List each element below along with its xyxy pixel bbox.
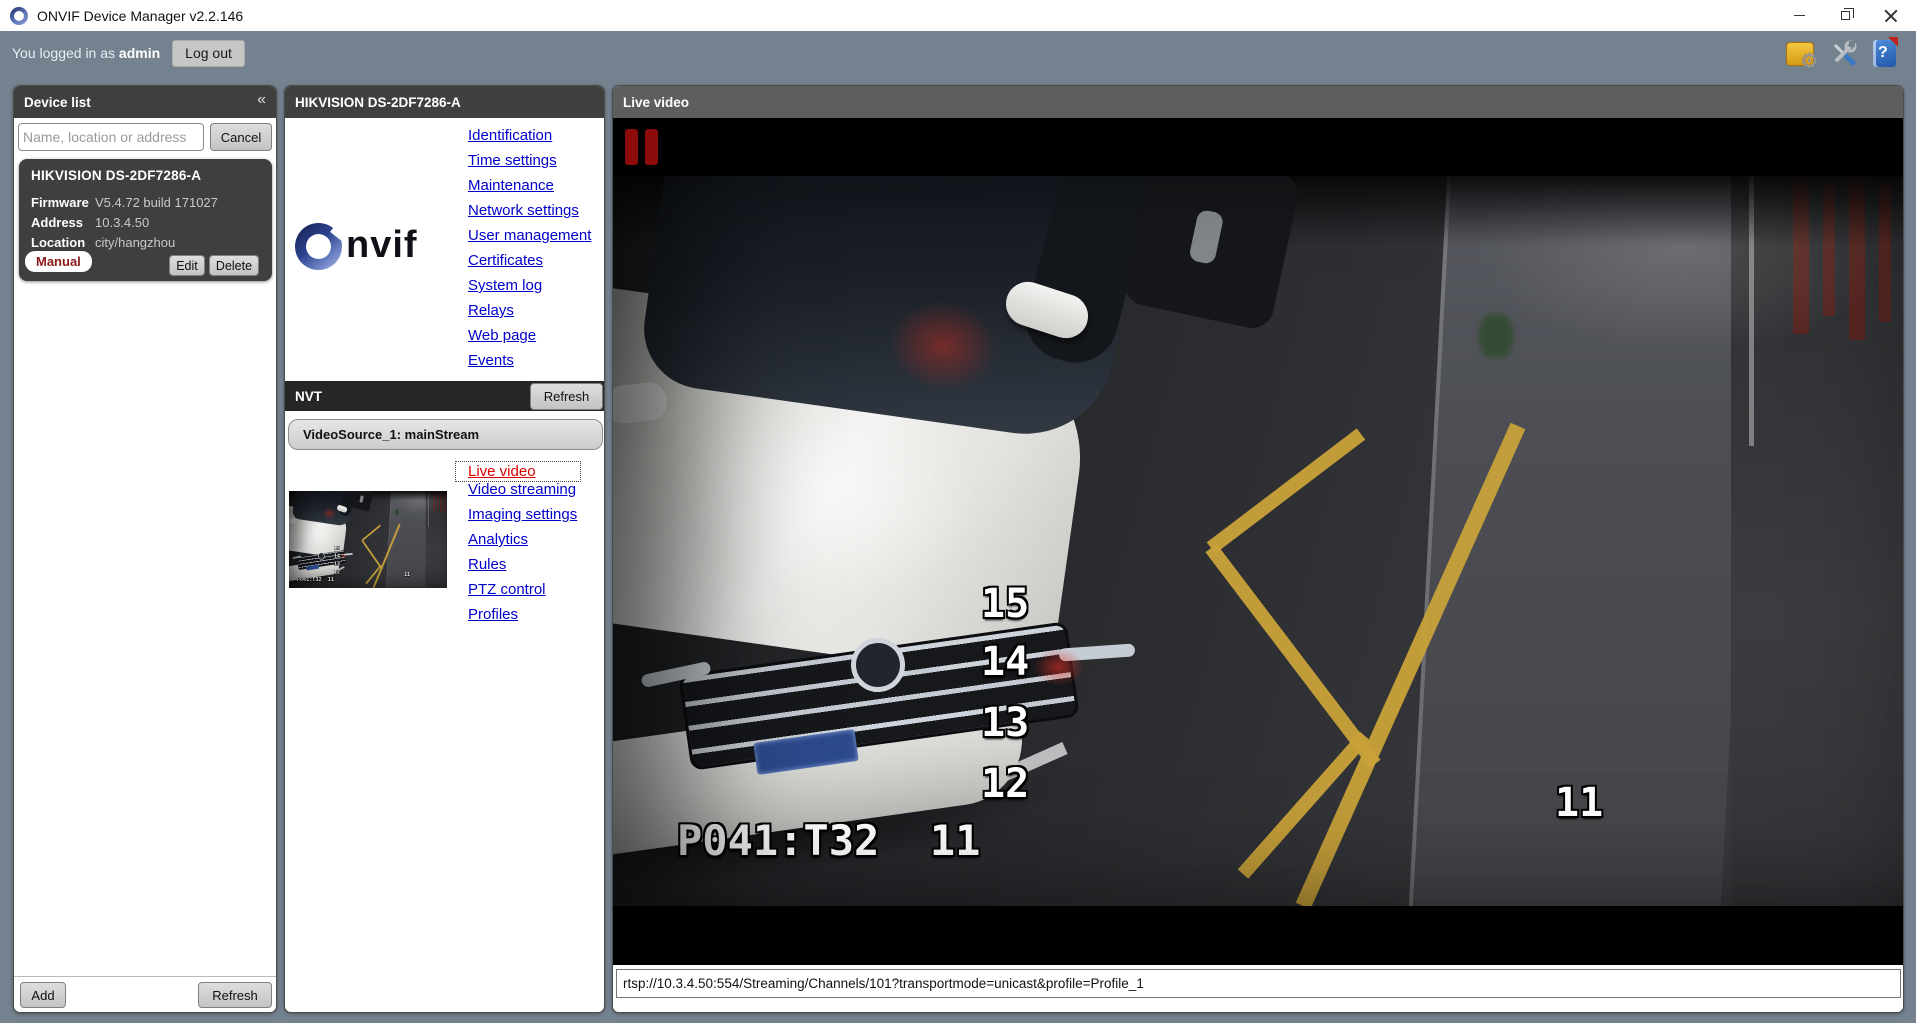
onvif-logo: nvif	[295, 221, 455, 271]
minimize-icon	[1794, 15, 1805, 16]
restore-icon	[1841, 11, 1850, 20]
footer-divider	[14, 976, 276, 977]
video-source-selector[interactable]: VideoSource_1: mainStream	[288, 419, 603, 450]
video-thumbnail[interactable]: 15 14 13 12 P041:T32 11 11	[289, 491, 447, 588]
collapse-panel-button[interactable]: «	[257, 91, 266, 109]
stream-url-row	[613, 969, 1903, 1013]
minimize-button[interactable]	[1776, 0, 1822, 31]
manual-badge: Manual	[25, 251, 92, 272]
link-web-page[interactable]: Web page	[468, 327, 603, 352]
link-maintenance[interactable]: Maintenance	[468, 177, 603, 202]
osd-spot-14: 14	[981, 642, 1029, 682]
red-reflection	[1033, 648, 1085, 686]
link-analytics[interactable]: Analytics	[468, 531, 603, 556]
question-mark: ?	[1878, 44, 1888, 62]
device-list-panel: Device list « Cancel HIKVISION DS-2DF728…	[13, 85, 277, 1013]
firmware-value: V5.4.72 build 171027	[95, 195, 218, 210]
device-address-row: Address 10.3.4.50	[31, 215, 149, 230]
device-firmware-row: Firmware V5.4.72 build 171027	[31, 195, 218, 210]
onvif-ring-icon	[295, 223, 342, 270]
gear-icon	[1786, 42, 1814, 66]
window-title: ONVIF Device Manager v2.2.146	[37, 8, 243, 24]
onvif-device-manager-window: ONVIF Device Manager v2.2.146 You logged…	[0, 0, 1916, 1023]
osd-spot-13: 13	[981, 703, 1029, 743]
pause-bar	[625, 129, 638, 165]
link-imaging-settings[interactable]: Imaging settings	[468, 506, 603, 531]
maintenance-tools-icon[interactable]	[1828, 38, 1858, 68]
firmware-label: Firmware	[31, 195, 95, 210]
device-detail-title: HIKVISION DS-2DF7286-A	[295, 95, 461, 110]
location-label: Location	[31, 235, 95, 250]
device-list-header: Device list «	[14, 86, 276, 118]
wrench-screwdriver-icon	[1828, 38, 1858, 68]
osd-spot-12: 12	[981, 764, 1029, 804]
parked-car	[613, 176, 1313, 876]
background-vehicle	[1120, 176, 1302, 332]
link-rules[interactable]: Rules	[468, 556, 603, 581]
maximize-button[interactable]	[1822, 0, 1868, 31]
device-list-title: Device list	[24, 95, 91, 110]
pause-bar	[645, 129, 658, 165]
logout-button[interactable]: Log out	[172, 40, 245, 67]
login-prefix: You logged in as	[12, 45, 115, 61]
link-certificates[interactable]: Certificates	[468, 252, 603, 277]
pause-button[interactable]	[625, 129, 661, 165]
device-detail-header: HIKVISION DS-2DF7286-A	[285, 86, 604, 118]
onvif-logo-text: nvif	[346, 224, 418, 267]
osd-camera-label: P041:T32 11	[677, 820, 980, 862]
device-card[interactable]: HIKVISION DS-2DF7286-A Firmware V5.4.72 …	[19, 159, 272, 281]
search-cancel-button[interactable]: Cancel	[210, 123, 272, 151]
osd-spot-11: 11	[1555, 783, 1603, 823]
device-search-input[interactable]	[18, 123, 204, 151]
link-video-streaming[interactable]: Video streaming	[468, 481, 603, 506]
help-book-icon: ?	[1873, 40, 1896, 67]
nvt-links: Live video Video streaming Imaging setti…	[468, 462, 603, 631]
link-identification[interactable]: Identification	[468, 127, 603, 152]
address-label: Address	[31, 215, 95, 230]
nvt-title: NVT	[295, 389, 322, 404]
add-device-button[interactable]: Add	[20, 982, 66, 1008]
close-icon	[1884, 9, 1898, 23]
title-bar: ONVIF Device Manager v2.2.146	[0, 0, 1916, 31]
osd-spot-15: 15	[981, 584, 1029, 624]
video-frame[interactable]: 15 14 13 12 P041:T32 11 11	[613, 176, 1904, 906]
live-video-header: Live video	[613, 86, 1903, 118]
device-links: Identification Time settings Maintenance…	[468, 127, 603, 377]
link-events[interactable]: Events	[468, 352, 603, 377]
link-relays[interactable]: Relays	[468, 302, 603, 327]
link-live-video[interactable]: Live video	[456, 462, 580, 481]
logged-in-username: admin	[119, 45, 160, 61]
link-time-settings[interactable]: Time settings	[468, 152, 603, 177]
app-logo-icon	[10, 7, 28, 25]
live-video-panel: Live video	[612, 85, 1904, 1013]
link-user-management[interactable]: User management	[468, 227, 603, 252]
close-button[interactable]	[1868, 0, 1914, 31]
link-system-log[interactable]: System log	[468, 277, 603, 302]
login-status: You logged in as admin	[12, 45, 160, 61]
refresh-device-list-button[interactable]: Refresh	[198, 982, 272, 1008]
main-toolbar: You logged in as admin Log out ?	[0, 31, 1916, 75]
link-profiles[interactable]: Profiles	[468, 606, 603, 631]
live-video-title: Live video	[623, 95, 689, 110]
help-icon[interactable]: ?	[1870, 38, 1900, 68]
stream-url-input[interactable]	[616, 969, 1901, 998]
address-value: 10.3.4.50	[95, 215, 149, 230]
settings-icon[interactable]	[1786, 38, 1816, 68]
device-detail-panel: HIKVISION DS-2DF7286-A nvif Identificati…	[284, 85, 605, 1013]
device-location-row: Location city/hangzhou	[31, 235, 175, 250]
nvt-refresh-button[interactable]: Refresh	[530, 383, 603, 410]
video-area: 15 14 13 12 P041:T32 11 11	[613, 118, 1904, 965]
location-value: city/hangzhou	[95, 235, 175, 250]
edit-device-button[interactable]: Edit	[169, 255, 205, 276]
link-ptz-control[interactable]: PTZ control	[468, 581, 603, 606]
device-name: HIKVISION DS-2DF7286-A	[19, 159, 272, 183]
link-network-settings[interactable]: Network settings	[468, 202, 603, 227]
delete-device-button[interactable]: Delete	[209, 255, 259, 276]
